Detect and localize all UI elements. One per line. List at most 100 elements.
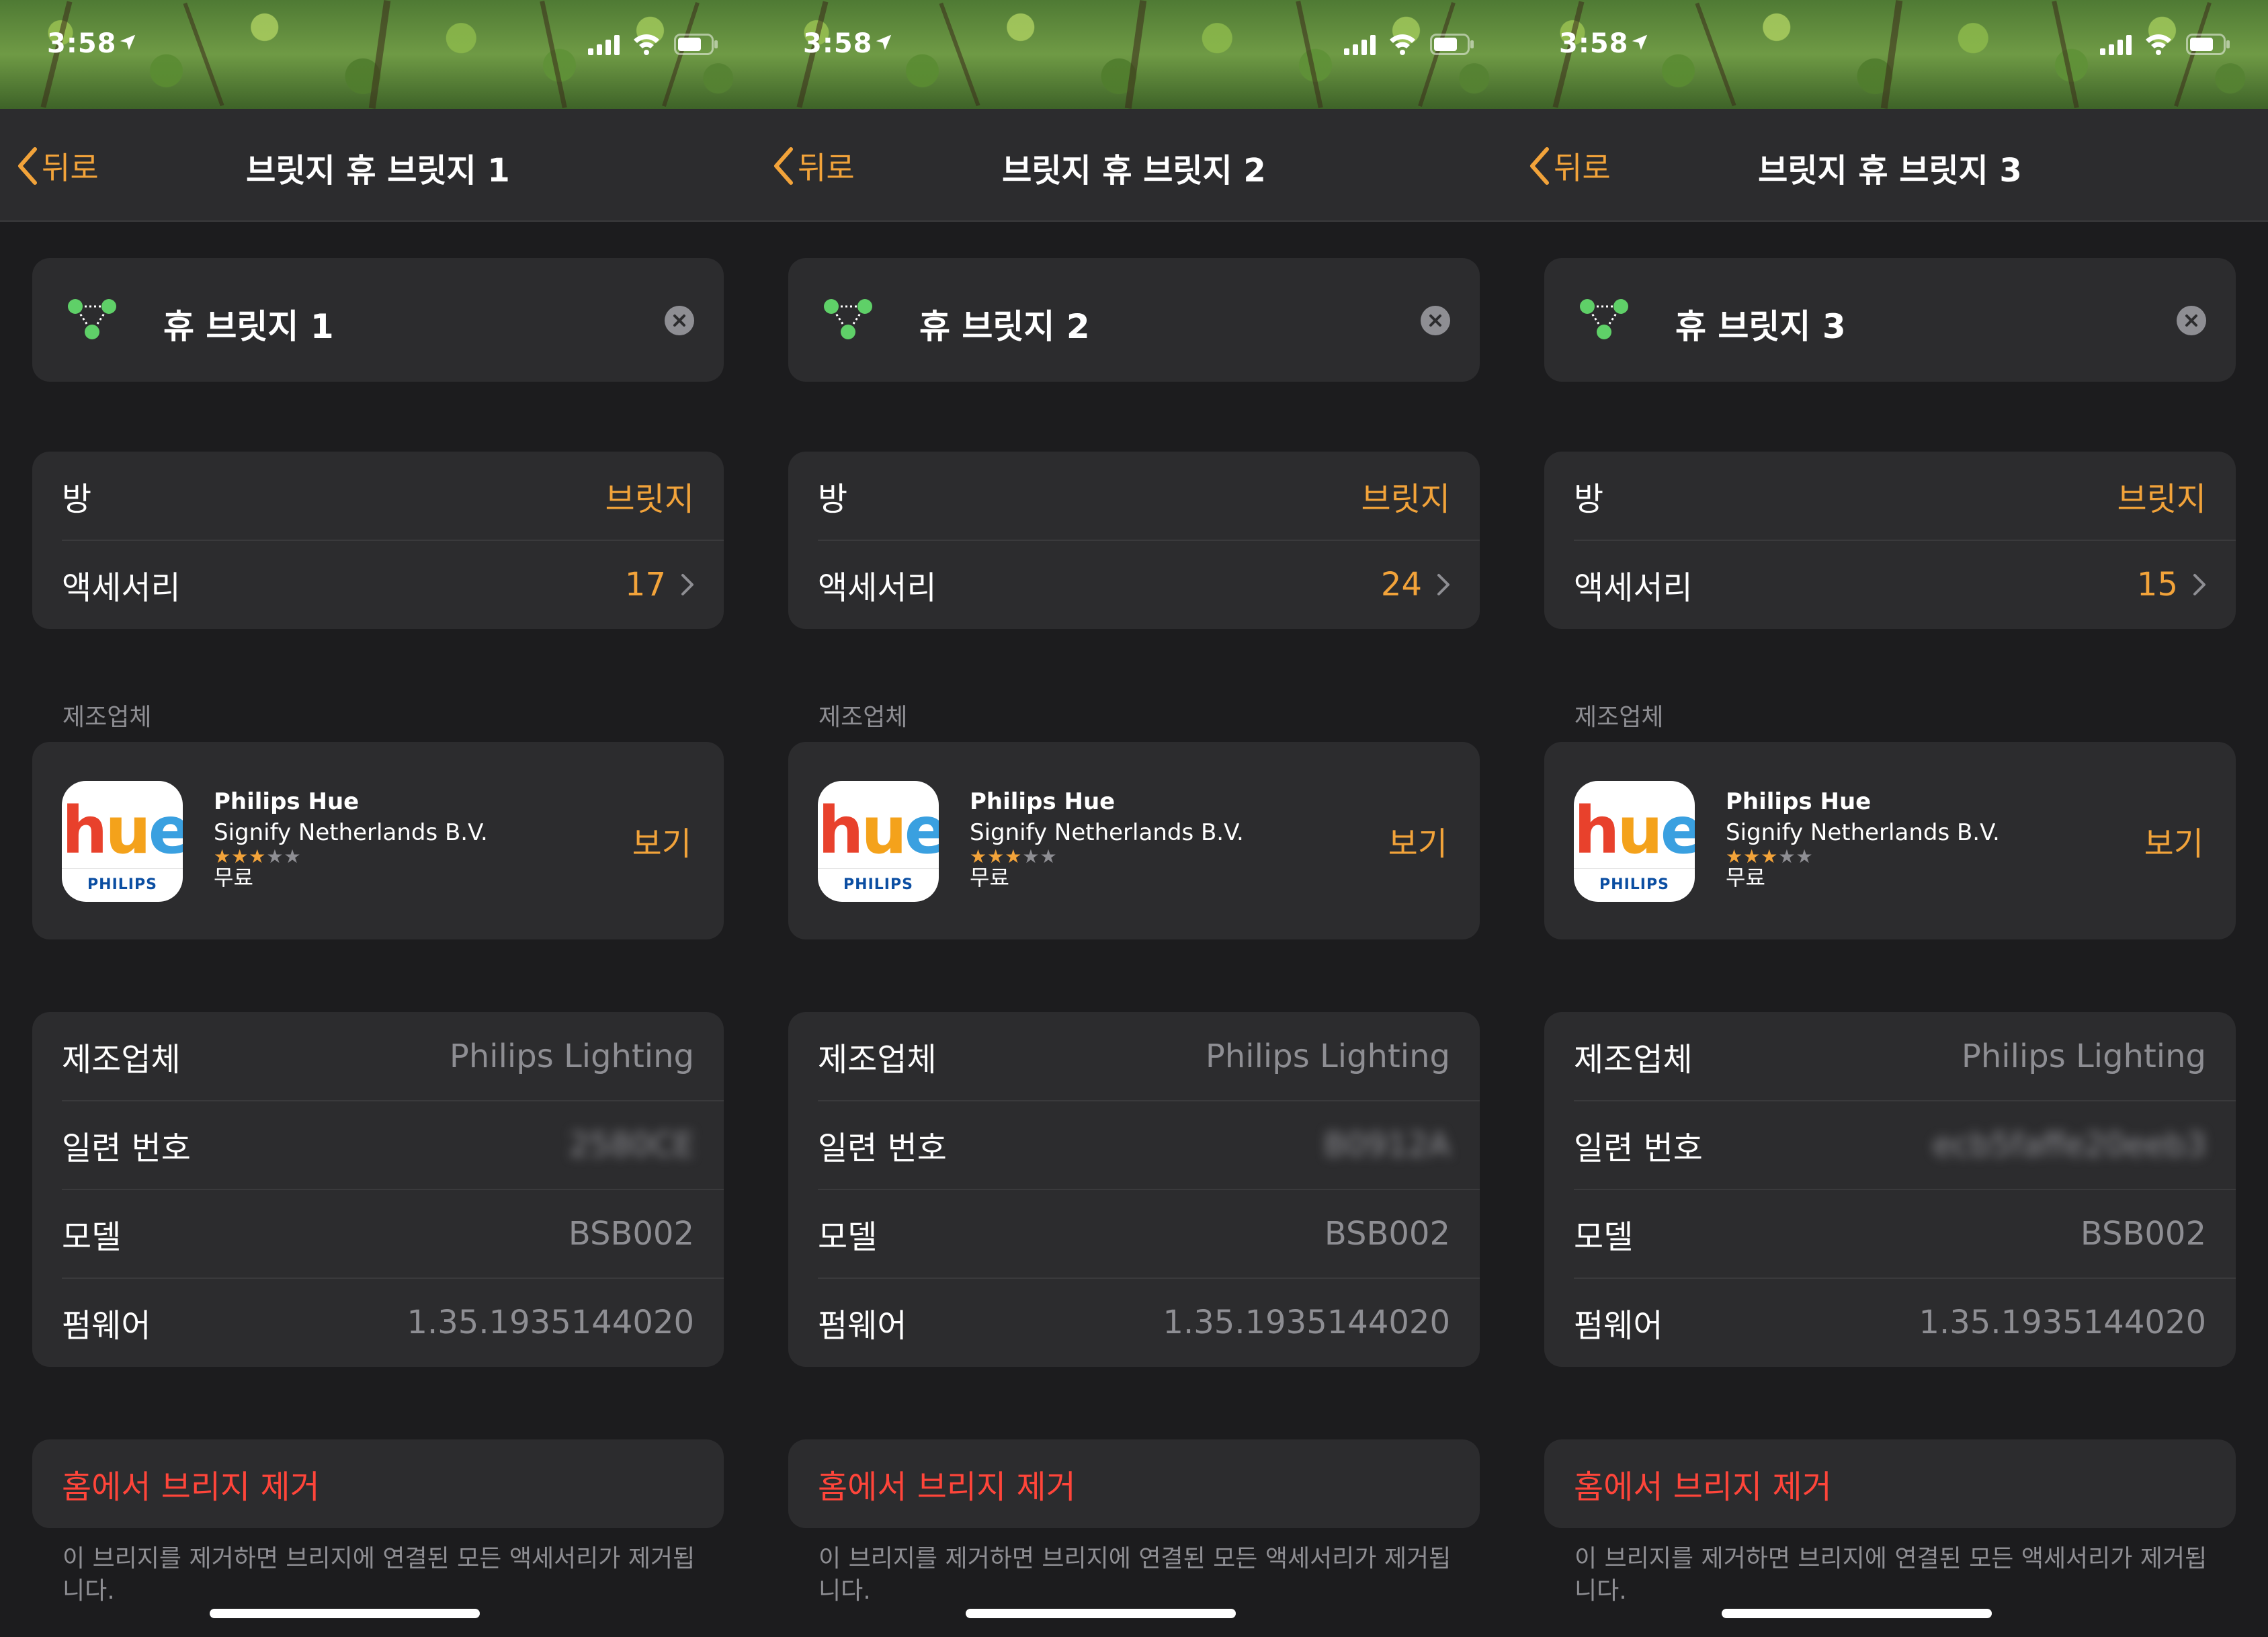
room-row[interactable]: 방 브릿지	[788, 452, 1480, 540]
app-info: Philips Hue Signify Netherlands B.V. ★★★…	[970, 786, 1244, 890]
detail-value: B0912A	[1324, 1126, 1450, 1164]
detail-label: 일련 번호	[62, 1130, 191, 1167]
status-time: 3:58	[47, 28, 117, 59]
detail-value: 2580CE	[569, 1126, 694, 1164]
star-empty-icon: ★	[1796, 845, 1814, 868]
location-arrow-icon	[874, 32, 894, 55]
clear-text-button[interactable]	[665, 306, 694, 335]
cellular-signal-icon	[2100, 35, 2134, 58]
close-icon	[1429, 314, 1441, 327]
remove-bridge-row: 홈에서 브리지 제거	[32, 1439, 724, 1528]
app-price: 무료	[970, 865, 1009, 890]
status-bar: 3:58	[756, 0, 1512, 91]
room-accessories-group: 방 브릿지 액세서리 24	[788, 452, 1480, 629]
star-empty-icon: ★	[1022, 845, 1040, 868]
app-info: Philips Hue Signify Netherlands B.V. ★★★…	[1726, 786, 2000, 890]
accessory-name-field[interactable]: 휴 브릿지 1	[32, 258, 724, 382]
app-price: 무료	[214, 865, 253, 890]
cellular-signal-icon	[1344, 35, 1378, 58]
view-app-button[interactable]: 보기	[2144, 817, 2203, 864]
detail-row: 모델 BSB002	[1544, 1189, 2236, 1278]
room-row[interactable]: 방 브릿지	[32, 452, 724, 540]
detail-value: BSB002	[1324, 1215, 1450, 1253]
wifi-icon	[632, 32, 661, 58]
clear-text-button[interactable]	[1421, 306, 1450, 335]
detail-label: 펌웨어	[62, 1307, 151, 1345]
detail-label: 제조업체	[818, 1041, 937, 1079]
app-price: 무료	[1726, 865, 1765, 890]
view-app-button[interactable]: 보기	[1388, 817, 1447, 864]
app-developer: Signify Netherlands B.V.	[1726, 819, 2000, 846]
accessory-name: 휴 브릿지 3	[1675, 307, 1846, 346]
detail-label: 모델	[818, 1218, 878, 1256]
star-empty-icon: ★	[284, 845, 302, 868]
triple-screenshot: 3:58 뒤로 브릿지 휴 브릿지 1 휴 브릿지 1 방 브릿지 액세서리 1…	[0, 0, 2268, 1637]
detail-row: 제조업체 Philips Lighting	[1544, 1012, 2236, 1101]
detail-value: BSB002	[2080, 1215, 2206, 1253]
star-empty-icon: ★	[1778, 845, 1796, 868]
app-store-card: hue PHILIPS Philips Hue Signify Netherla…	[788, 742, 1480, 939]
clear-text-button[interactable]	[2177, 306, 2206, 335]
status-bar: 3:58	[1512, 0, 2268, 91]
page-title: 브릿지 휴 브릿지 2	[1002, 152, 1266, 190]
accessories-row[interactable]: 액세서리 24	[788, 540, 1480, 629]
philips-brand-text: PHILIPS	[843, 876, 913, 893]
home-indicator[interactable]	[210, 1609, 480, 1618]
location-arrow-icon	[118, 32, 138, 55]
hue-logo-text: hue	[818, 793, 939, 868]
remove-bridge-button[interactable]: 홈에서 브리지 제거	[1574, 1439, 1832, 1528]
manufacturer-section-header: 제조업체	[1574, 704, 1664, 731]
room-row[interactable]: 방 브릿지	[1544, 452, 2236, 540]
accessory-name-field[interactable]: 휴 브릿지 3	[1544, 258, 2236, 382]
wifi-icon	[2144, 32, 2173, 58]
hue-app-icon[interactable]: hue PHILIPS	[818, 781, 939, 902]
remove-bridge-button[interactable]: 홈에서 브리지 제거	[818, 1439, 1076, 1528]
philips-brand-text: PHILIPS	[1599, 876, 1669, 893]
room-label: 방	[1574, 480, 1604, 518]
accessories-count-wrap: 17	[625, 566, 694, 603]
room-value: 브릿지	[1361, 480, 1450, 518]
detail-row: 일련 번호 2580CE	[32, 1101, 724, 1189]
detail-value: 1.35.1935144020	[1919, 1304, 2206, 1341]
hue-logo-text: hue	[62, 793, 183, 868]
app-developer: Signify Netherlands B.V.	[970, 819, 1244, 846]
room-label: 방	[62, 480, 92, 518]
remove-bridge-button[interactable]: 홈에서 브리지 제거	[62, 1439, 320, 1528]
home-indicator[interactable]	[966, 1609, 1236, 1618]
bridge-icon	[1578, 297, 1630, 344]
bridge-icon	[66, 297, 118, 344]
room-value: 브릿지	[2117, 480, 2206, 518]
star-rating: ★★★★★	[214, 845, 488, 868]
star-empty-icon: ★	[1040, 845, 1058, 868]
detail-label: 제조업체	[62, 1041, 181, 1079]
page-title: 브릿지 휴 브릿지 1	[246, 152, 510, 190]
icon-divider	[818, 868, 939, 869]
detail-label: 일련 번호	[1574, 1130, 1703, 1167]
hue-logo-text: hue	[1574, 793, 1695, 868]
app-store-card: hue PHILIPS Philips Hue Signify Netherla…	[1544, 742, 2236, 939]
navigation-bar: 뒤로 브릿지 휴 브릿지 3	[1512, 109, 2268, 222]
location-arrow-icon	[1630, 32, 1650, 55]
detail-value: 1.35.1935144020	[1163, 1304, 1450, 1341]
home-indicator[interactable]	[1722, 1609, 1992, 1618]
room-accessories-group: 방 브릿지 액세서리 17	[32, 452, 724, 629]
detail-row: 펌웨어 1.35.1935144020	[32, 1278, 724, 1367]
hue-app-icon[interactable]: hue PHILIPS	[1574, 781, 1695, 902]
star-rating: ★★★★★	[970, 845, 1244, 868]
status-time: 3:58	[803, 28, 873, 59]
accessories-row[interactable]: 액세서리 15	[1544, 540, 2236, 629]
detail-row: 펌웨어 1.35.1935144020	[1544, 1278, 2236, 1367]
device-details-group: 제조업체 Philips Lighting 일련 번호 B0912A 모델 BSB002 펌…	[788, 1012, 1480, 1367]
accessory-name: 휴 브릿지 2	[919, 307, 1090, 346]
accessory-name-field[interactable]: 휴 브릿지 2	[788, 258, 1480, 382]
chevron-right-icon	[1437, 574, 1450, 595]
view-app-button[interactable]: 보기	[632, 817, 691, 864]
navigation-bar: 뒤로 브릿지 휴 브릿지 2	[756, 109, 1512, 222]
accessories-row[interactable]: 액세서리 17	[32, 540, 724, 629]
detail-row: 제조업체 Philips Lighting	[32, 1012, 724, 1101]
page-title: 브릿지 휴 브릿지 3	[1758, 152, 2022, 190]
device-details-group: 제조업체 Philips Lighting 일련 번호 ecb5faffe20eeb3…	[1544, 1012, 2236, 1367]
room-value: 브릿지	[605, 480, 694, 518]
app-name: Philips Hue	[1726, 788, 1872, 815]
hue-app-icon[interactable]: hue PHILIPS	[62, 781, 183, 902]
